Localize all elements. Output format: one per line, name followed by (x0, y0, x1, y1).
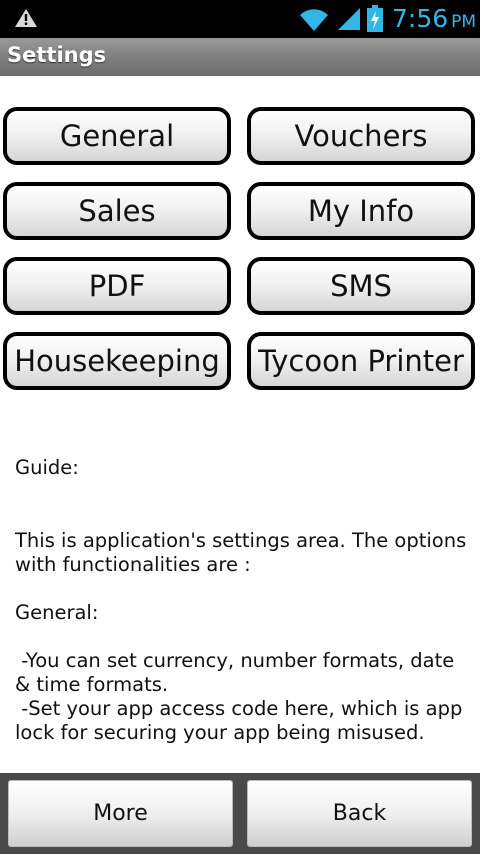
guide-heading: Guide: (15, 456, 79, 479)
sales-button[interactable]: Sales (3, 182, 231, 240)
vouchers-button[interactable]: Vouchers (247, 107, 475, 165)
guide-general-line-2: -Set your app access code here, which is… (15, 697, 469, 744)
battery-charging-icon (367, 5, 383, 32)
clock-ampm: PM (451, 12, 477, 32)
guide-intro: This is application's settings area. The… (15, 529, 473, 576)
signal-icon (338, 8, 360, 30)
bottom-bar: More Back (0, 773, 480, 854)
wifi-icon (300, 9, 328, 32)
pdf-button[interactable]: PDF (3, 257, 231, 315)
housekeeping-button[interactable]: Housekeeping (3, 332, 231, 390)
guide-general-line-1: -You can set currency, number formats, d… (15, 649, 461, 696)
guide-text: Guide: This is application's settings ar… (15, 456, 470, 745)
clock: 7:56 PM (392, 3, 476, 38)
page-title: Settings (7, 43, 107, 67)
back-button[interactable]: Back (247, 780, 472, 847)
status-bar: 7:56 PM (0, 0, 480, 38)
general-button[interactable]: General (3, 107, 231, 165)
my-info-button[interactable]: My Info (247, 182, 475, 240)
clock-time: 7:56 (392, 4, 449, 33)
title-bar: Settings (0, 38, 480, 76)
guide-general-heading: General: (15, 601, 99, 624)
sms-button[interactable]: SMS (247, 257, 475, 315)
tycoon-printer-button[interactable]: Tycoon Printer (247, 332, 475, 390)
warning-icon (15, 9, 37, 27)
more-button[interactable]: More (8, 780, 233, 847)
